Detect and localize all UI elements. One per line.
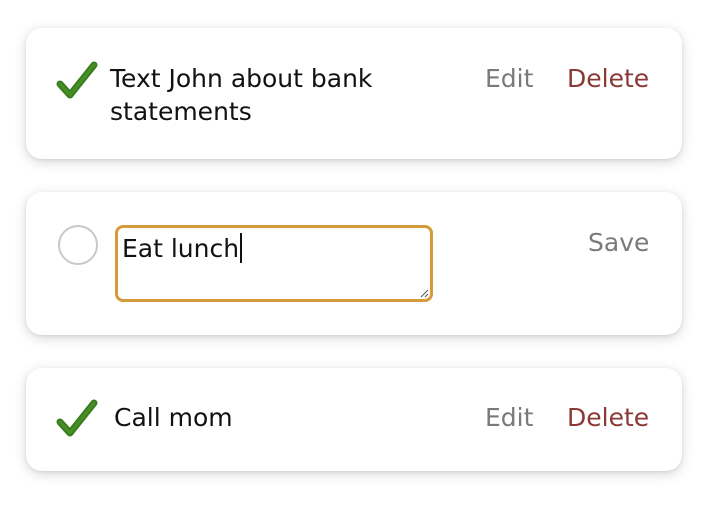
todo-list: Text John about bank statements Edit Del…	[0, 0, 710, 518]
text-caret	[240, 233, 243, 263]
delete-button[interactable]: Delete	[567, 62, 649, 95]
todo-edit-textarea[interactable]: Eat lunch	[115, 225, 433, 302]
checkmark-icon[interactable]	[56, 398, 98, 440]
empty-circle-icon[interactable]	[58, 225, 98, 265]
save-button[interactable]: Save	[588, 226, 649, 259]
todo-item-card-editing: Eat lunch Save	[26, 192, 682, 335]
todo-item-card: Call mom Edit Delete	[26, 368, 682, 471]
checkmark-icon[interactable]	[56, 60, 98, 102]
todo-text: Text John about bank statements	[110, 64, 373, 126]
todo-edit-value: Eat lunch	[122, 234, 240, 263]
edit-button[interactable]: Edit	[485, 62, 533, 95]
delete-button[interactable]: Delete	[567, 401, 649, 434]
todo-item-card: Text John about bank statements Edit Del…	[26, 28, 682, 159]
resize-grip-icon[interactable]	[420, 289, 429, 298]
edit-button[interactable]: Edit	[485, 401, 533, 434]
todo-text: Call mom	[114, 403, 233, 432]
